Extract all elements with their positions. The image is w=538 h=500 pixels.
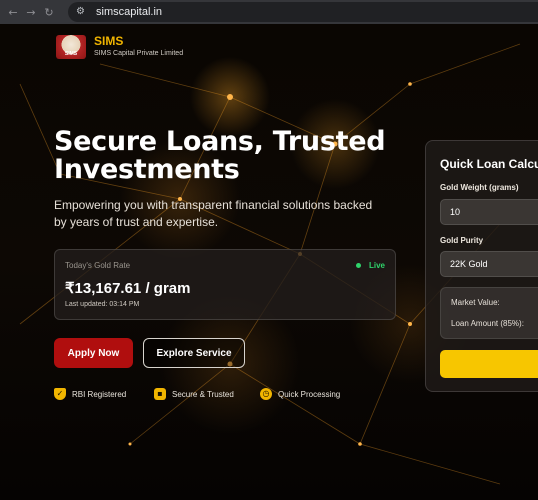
gold-weight-label: Gold Weight (grams) bbox=[440, 183, 519, 192]
loan-calculator-panel: Quick Loan Calcu Gold Weight (grams) 10 … bbox=[425, 140, 538, 392]
calculate-button[interactable] bbox=[440, 350, 538, 378]
gold-purity-label: Gold Purity bbox=[440, 236, 484, 245]
feature-secure-trusted: ▪ Secure & Trusted bbox=[154, 388, 234, 400]
arrow-right-icon[interactable]: → bbox=[22, 6, 40, 19]
site-settings-icon[interactable]: ⚙ bbox=[76, 6, 88, 18]
browser-toolbar: ← → ↻ ⚙ simscapital.in bbox=[0, 0, 538, 24]
shield-check-icon: ✓ bbox=[54, 388, 66, 400]
gold-rate-label: Today's Gold Rate bbox=[65, 261, 131, 270]
hero-headline: Secure Loans, Trusted Investments bbox=[54, 126, 386, 185]
live-dot-icon bbox=[355, 263, 361, 268]
address-bar[interactable]: ⚙ simscapital.in bbox=[68, 2, 538, 22]
calculator-title: Quick Loan Calcu bbox=[440, 157, 538, 171]
loan-amount-label: Loan Amount (85%): bbox=[451, 319, 524, 328]
arrow-left-icon[interactable]: ← bbox=[4, 6, 22, 19]
apply-now-button[interactable]: Apply Now bbox=[54, 338, 133, 368]
live-status: Live bbox=[368, 261, 385, 270]
brand-subtitle: SIMS Capital Private Limited bbox=[94, 50, 184, 57]
reload-icon[interactable]: ↻ bbox=[40, 6, 58, 19]
logo-text: SIMS bbox=[64, 51, 78, 57]
brand-name[interactable]: SIMS bbox=[94, 34, 123, 48]
gold-rate-card: Today's Gold Rate Live ₹13,167.61 / gram… bbox=[54, 249, 396, 320]
gold-rate-value: ₹13,167.61 / gram bbox=[65, 280, 191, 297]
gold-weight-input[interactable]: 10 bbox=[440, 199, 538, 225]
explore-service-button[interactable]: Explore Service bbox=[143, 338, 245, 368]
calculation-result-box: Market Value: Loan Amount (85%): bbox=[440, 287, 538, 339]
hero-section: SIMS SIMS SIMS Capital Private Limited S… bbox=[0, 24, 538, 500]
brand-logo[interactable]: SIMS bbox=[56, 35, 86, 59]
hero-subheadline: Empowering you with transparent financia… bbox=[54, 198, 373, 229]
market-value-label: Market Value: bbox=[451, 298, 500, 307]
live-indicator: Live bbox=[355, 261, 385, 270]
feature-label: Quick Processing bbox=[278, 389, 341, 399]
gold-purity-select[interactable]: 22K Gold bbox=[440, 251, 538, 277]
url-text[interactable]: simscapital.in bbox=[96, 6, 162, 18]
feature-rbi-registered: ✓ RBI Registered bbox=[54, 388, 126, 400]
feature-label: Secure & Trusted bbox=[172, 389, 234, 399]
gold-rate-updated: Last updated: 03:14 PM bbox=[65, 301, 140, 308]
lock-icon: ▪ bbox=[154, 388, 166, 400]
feature-quick-processing: ◷ Quick Processing bbox=[260, 388, 340, 400]
feature-label: RBI Registered bbox=[72, 389, 127, 399]
clock-icon: ◷ bbox=[260, 388, 272, 400]
